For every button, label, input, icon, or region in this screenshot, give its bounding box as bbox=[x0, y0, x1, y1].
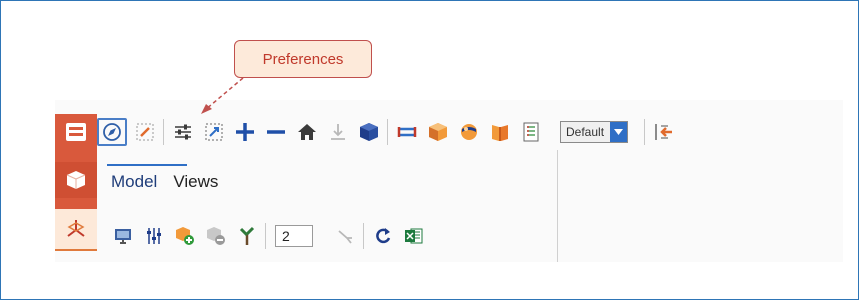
callout-label: Preferences bbox=[262, 50, 344, 68]
dropdown-button[interactable] bbox=[610, 122, 628, 142]
refresh-icon bbox=[375, 228, 390, 244]
home-icon bbox=[297, 124, 316, 140]
preferences-callout: Preferences bbox=[234, 40, 372, 78]
exit-icon bbox=[654, 124, 672, 140]
open-book-button[interactable] bbox=[484, 117, 515, 147]
rail-item-model[interactable] bbox=[55, 162, 97, 198]
panel-tabs: Model Views bbox=[107, 164, 230, 198]
sliders-vertical-icon bbox=[146, 228, 161, 244]
edit-icon bbox=[136, 123, 153, 141]
measure-button[interactable] bbox=[391, 117, 422, 147]
monitor-icon bbox=[114, 229, 131, 244]
sphere-icon bbox=[460, 124, 477, 140]
section-button[interactable] bbox=[422, 117, 453, 147]
measure-icon bbox=[397, 127, 416, 137]
remove-model-button[interactable] bbox=[200, 221, 231, 251]
remove-cube-icon bbox=[206, 227, 225, 245]
cube-icon bbox=[66, 171, 86, 189]
rail-item-axes[interactable] bbox=[55, 209, 97, 251]
zoom-in-button[interactable] bbox=[229, 117, 260, 147]
display-style-value: Default bbox=[566, 125, 605, 139]
preferences-button[interactable] bbox=[167, 117, 198, 147]
toolbar-separator bbox=[363, 223, 364, 249]
chevron-down-icon bbox=[614, 129, 624, 135]
excel-icon bbox=[404, 228, 422, 244]
axes-icon bbox=[67, 220, 85, 237]
left-rail bbox=[55, 114, 97, 209]
zoom-out-button[interactable] bbox=[260, 117, 291, 147]
minus-icon bbox=[266, 130, 285, 134]
properties-button[interactable] bbox=[138, 221, 169, 251]
zoom-extents-button[interactable] bbox=[198, 117, 229, 147]
plus-icon bbox=[235, 123, 254, 141]
display-style-select[interactable]: Default bbox=[560, 121, 629, 143]
navigate-button[interactable] bbox=[97, 118, 127, 146]
book-icon bbox=[491, 125, 508, 141]
markup-button[interactable] bbox=[129, 117, 160, 147]
drop-button[interactable] bbox=[322, 117, 353, 147]
home-button[interactable] bbox=[291, 117, 322, 147]
model-tree-button[interactable] bbox=[231, 221, 262, 251]
header-icon bbox=[66, 123, 86, 141]
cube-icon bbox=[359, 123, 378, 141]
main-toolbar: Default bbox=[97, 114, 843, 150]
download-icon bbox=[330, 124, 345, 140]
tab-model-label: Model bbox=[111, 172, 158, 191]
section-box-icon bbox=[428, 123, 447, 141]
model-panel: Model Views 2 bbox=[97, 150, 558, 262]
sliders-icon bbox=[174, 124, 191, 140]
tree-icon bbox=[239, 226, 254, 245]
model-toolbar: 2 bbox=[97, 220, 557, 252]
export-excel-button[interactable] bbox=[398, 221, 429, 251]
render-button[interactable] bbox=[453, 117, 484, 147]
notes-button[interactable] bbox=[515, 117, 546, 147]
zoom-box-icon bbox=[205, 123, 222, 141]
toolbar-separator bbox=[265, 223, 266, 249]
toolbar-separator bbox=[163, 119, 164, 145]
toolbar-separator bbox=[387, 119, 388, 145]
tab-views[interactable]: Views bbox=[169, 168, 224, 198]
exit-button[interactable] bbox=[648, 117, 679, 147]
toolbar-separator bbox=[644, 119, 646, 145]
tab-views-label: Views bbox=[173, 172, 219, 191]
compass-icon bbox=[103, 123, 121, 141]
rail-item-header[interactable] bbox=[55, 114, 97, 150]
view-cube-button[interactable] bbox=[353, 117, 384, 147]
level-input[interactable]: 2 bbox=[275, 225, 313, 247]
add-model-button[interactable] bbox=[169, 221, 200, 251]
objects-button[interactable] bbox=[107, 221, 138, 251]
disabled-fork-icon bbox=[337, 230, 352, 244]
level-value: 2 bbox=[282, 228, 290, 244]
add-cube-icon bbox=[175, 227, 194, 245]
notes-icon bbox=[523, 122, 538, 142]
split-button[interactable] bbox=[329, 221, 360, 251]
refresh-button[interactable] bbox=[367, 221, 398, 251]
tab-model[interactable]: Model bbox=[107, 164, 188, 198]
